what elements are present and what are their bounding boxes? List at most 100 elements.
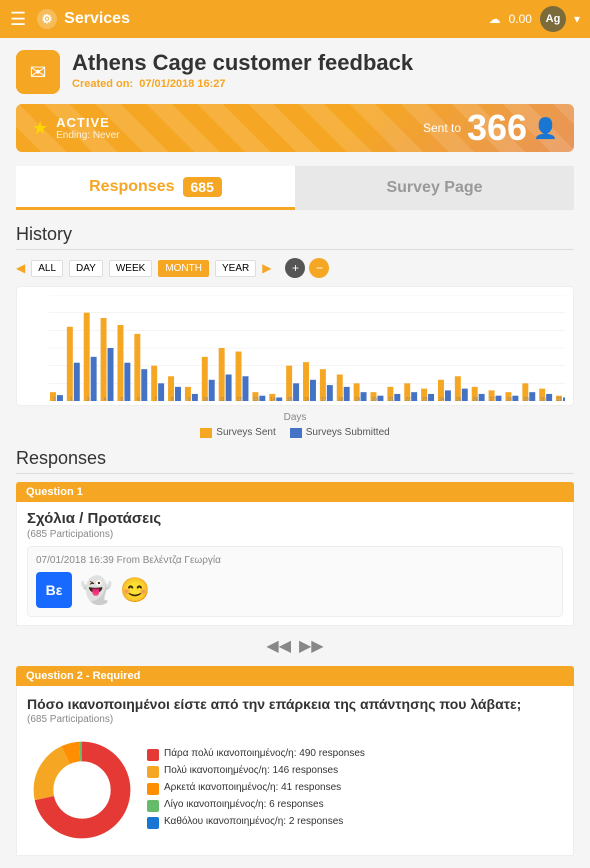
question-2-header: Question 2 - Required [16, 666, 574, 686]
tab-responses[interactable]: Responses 685 [16, 166, 295, 210]
legend-label-4: Καθόλου ικανοποιημένος/η: 2 responses [164, 816, 343, 827]
question-2-block: Question 2 - Required Πόσο ικανοποιημένο… [16, 666, 574, 856]
svg-text:11: 11 [220, 397, 225, 401]
question-1-participations: (685 Participations) [27, 529, 563, 540]
legend-submitted-swatch [290, 428, 302, 438]
svg-text:18: 18 [338, 397, 344, 401]
legend-item-2: Αρκετά ικανοποιημένος/η: 41 responses [147, 782, 365, 795]
svg-text:23: 23 [422, 397, 428, 401]
legend-label-1: Πολύ ικανοποιημένος/η: 146 responses [164, 765, 338, 776]
top-navigation: ☰ ⚙ Services ☁ 0.00 Ag ▾ [0, 0, 590, 38]
nav-right: ☁ 0.00 Ag ▾ [489, 6, 580, 32]
ghost-icon: 👻 [80, 575, 112, 606]
legend-label-2: Αρκετά ικανοποιημένος/η: 41 responses [164, 782, 341, 793]
legend-submitted: Surveys Submitted [290, 427, 390, 438]
created-date: Created on: 07/01/2018 16:27 [72, 78, 413, 90]
zoom-in-button[interactable]: + [285, 258, 305, 278]
x-axis-label: Days [16, 412, 574, 423]
legend-label-0: Πάρα πολύ ικανοποιημένος/η: 490 response… [164, 748, 365, 759]
question-2-title: Πόσο ικανοποιημένοι είστε από την επάρκε… [27, 696, 563, 712]
svg-text:16: 16 [304, 397, 310, 401]
feedback-icon: ✉ [16, 50, 60, 94]
question-2-participations: (685 Participations) [27, 714, 563, 725]
banner-labels: ACTIVE Ending: Never [56, 115, 119, 141]
svg-text:28: 28 [506, 397, 512, 401]
donut-svg [27, 735, 137, 845]
response-icons: Bε 👻 😊 [36, 572, 554, 608]
svg-text:1: 1 [53, 397, 56, 401]
tab-survey[interactable]: Survey Page [295, 166, 574, 210]
chart-legend: Surveys Sent Surveys Submitted [16, 427, 574, 438]
svg-text:12: 12 [237, 397, 243, 401]
responses-section: Responses Question 1 Σχόλια / Προτάσεις … [16, 448, 574, 856]
filter-day[interactable]: DAY [69, 260, 103, 277]
sent-count: 366 [467, 110, 527, 146]
tab-bar: Responses 685 Survey Page [16, 166, 574, 210]
legend-item-1: Πολύ ικανοποιημένος/η: 146 responses [147, 765, 365, 778]
svg-text:5: 5 [120, 397, 123, 401]
filter-year[interactable]: YEAR [215, 260, 256, 277]
svg-text:31: 31 [556, 397, 562, 401]
q2-legend: Πάρα πολύ ικανοποιημένος/η: 490 response… [147, 748, 365, 833]
legend-item-4: Καθόλου ικανοποιημένος/η: 2 responses [147, 816, 365, 829]
filter-arrow-left[interactable]: ◀ [16, 261, 25, 275]
chart-container: 6050403020100 [16, 286, 574, 406]
legend-sent-label: Surveys Sent [216, 427, 275, 438]
created-label: Created on: [72, 78, 133, 90]
created-date-value: 07/01/2018 16:27 [139, 78, 225, 90]
sent-group: Sent to 366 👤 [423, 110, 558, 146]
page-title: Athens Cage customer feedback [72, 50, 413, 76]
svg-text:8: 8 [171, 397, 174, 401]
donut-chart [27, 735, 137, 845]
filter-month[interactable]: MONTH [158, 260, 209, 277]
legend-swatch-4 [147, 817, 159, 829]
svg-text:22: 22 [405, 397, 411, 401]
svg-text:13: 13 [253, 397, 259, 401]
svg-text:6: 6 [137, 397, 140, 401]
svg-text:25: 25 [456, 397, 462, 401]
question-1-title: Σχόλια / Προτάσεις [27, 510, 563, 527]
svg-text:21: 21 [388, 397, 394, 401]
tab-survey-label: Survey Page [386, 179, 482, 197]
tab-responses-label: Responses [89, 178, 174, 196]
question-1-body: Σχόλια / Προτάσεις (685 Participations) … [16, 502, 574, 626]
legend-sent: Surveys Sent [200, 427, 275, 438]
question-1-header: Question 1 [16, 482, 574, 502]
menu-icon[interactable]: ☰ [10, 9, 26, 30]
bar-chart: 1 2 3 4 5 6 7 8 9 10 11 12 13 14 15 16 1 [49, 295, 565, 401]
svg-text:20: 20 [372, 397, 378, 401]
sent-label: Sent to [423, 121, 461, 135]
pagination: ◀◀ ▶▶ [16, 636, 574, 656]
legend-swatch-0 [147, 749, 159, 761]
next-next-button[interactable]: ▶▶ [299, 636, 324, 656]
svg-text:2: 2 [70, 397, 73, 401]
svg-text:10: 10 [203, 397, 209, 401]
cloud-icon: ☁ [489, 12, 501, 26]
legend-sent-swatch [200, 428, 212, 438]
legend-swatch-1 [147, 766, 159, 778]
filter-bar: ◀ ALL DAY WEEK MONTH YEAR ▶ + − [16, 258, 574, 278]
filter-arrow-right[interactable]: ▶ [262, 261, 271, 275]
avatar[interactable]: Ag [540, 6, 566, 32]
response-meta: 07/01/2018 16:39 From Βελέντζα Γεωργία [36, 555, 554, 566]
legend-label-3: Λίγο ικανοποιημένος/η: 6 responses [164, 799, 324, 810]
svg-text:29: 29 [523, 397, 529, 401]
zoom-out-button[interactable]: − [309, 258, 329, 278]
history-section: History ◀ ALL DAY WEEK MONTH YEAR ▶ + − … [16, 224, 574, 438]
logo-group: ⚙ Services [36, 8, 488, 30]
responses-title: Responses [16, 448, 574, 474]
svg-text:9: 9 [188, 397, 191, 401]
history-title: History [16, 224, 574, 250]
filter-week[interactable]: WEEK [109, 260, 152, 277]
coins-value: 0.00 [509, 12, 532, 26]
responses-badge: 685 [183, 177, 222, 197]
filter-all[interactable]: ALL [31, 260, 63, 277]
avatar-chevron[interactable]: ▾ [574, 12, 580, 26]
svg-text:19: 19 [355, 397, 361, 401]
question-2-body: Πόσο ικανοποιημένοι είστε από την επάρκε… [16, 686, 574, 856]
prev-prev-button[interactable]: ◀◀ [266, 636, 291, 656]
page-header: ✉ Athens Cage customer feedback Created … [16, 50, 574, 94]
svg-text:15: 15 [287, 397, 293, 401]
svg-text:24: 24 [439, 397, 445, 401]
star-icon: ★ [32, 118, 48, 139]
